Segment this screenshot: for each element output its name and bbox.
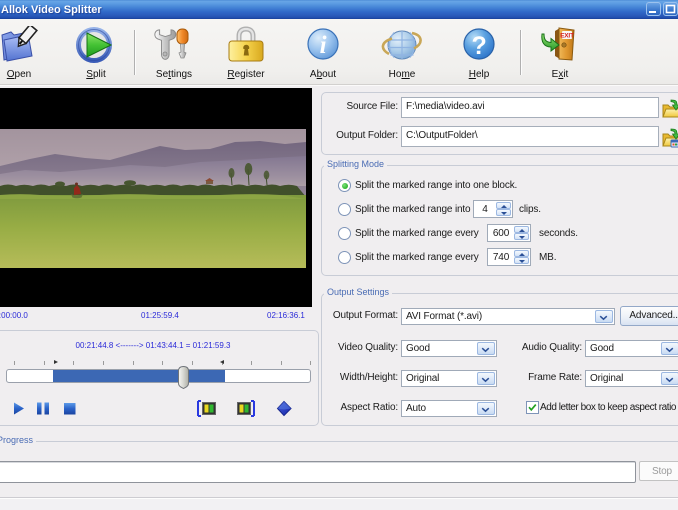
svg-text:?: ? (471, 32, 486, 60)
svg-text:i: i (320, 32, 327, 59)
svg-text:EXIT: EXIT (560, 33, 574, 40)
